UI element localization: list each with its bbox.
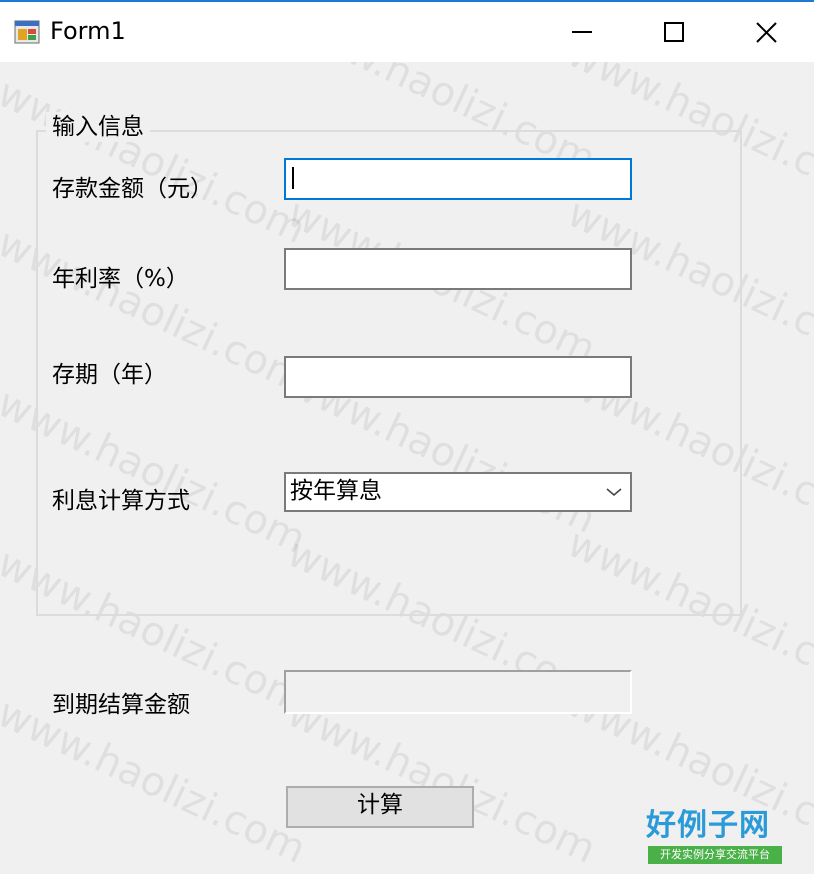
- maturity-amount-output: [284, 670, 632, 714]
- maturity-amount-label: 到期结算金额: [52, 692, 190, 718]
- title-bar[interactable]: Form1: [0, 2, 814, 62]
- maximize-button[interactable]: [628, 4, 720, 62]
- annual-rate-label: 年利率（%）: [52, 266, 189, 292]
- minimize-icon: [572, 31, 592, 33]
- maximize-icon: [664, 22, 684, 42]
- close-button[interactable]: [720, 4, 812, 62]
- calculate-button[interactable]: 计算: [286, 786, 474, 828]
- minimize-button[interactable]: [536, 4, 628, 62]
- term-years-label: 存期（年）: [52, 362, 167, 388]
- deposit-amount-input[interactable]: [284, 158, 632, 200]
- text-caret: [292, 167, 294, 189]
- close-icon: [756, 22, 777, 43]
- groupbox-title: 输入信息: [46, 112, 150, 142]
- window-title: Form1: [50, 17, 126, 45]
- term-years-input[interactable]: [284, 356, 632, 398]
- deposit-amount-label: 存款金额（元）: [52, 176, 213, 202]
- interest-method-select[interactable]: 按年算息: [284, 472, 632, 512]
- app-form-icon: [14, 20, 40, 44]
- form1-window: www.haolizi.com www.haolizi.com www.haol…: [0, 0, 814, 874]
- logo-subtitle: 开发实例分享交流平台: [648, 846, 782, 864]
- interest-method-label: 利息计算方式: [52, 488, 190, 514]
- logo-title: 好例子网: [646, 808, 770, 843]
- interest-method-selected: 按年算息: [290, 478, 382, 504]
- haolizi-logo: 好例子网 开发实例分享交流平台: [646, 808, 786, 866]
- chevron-down-icon[interactable]: [604, 482, 624, 502]
- watermark: www.haolizi.com: [280, 690, 603, 873]
- annual-rate-input[interactable]: [284, 248, 632, 290]
